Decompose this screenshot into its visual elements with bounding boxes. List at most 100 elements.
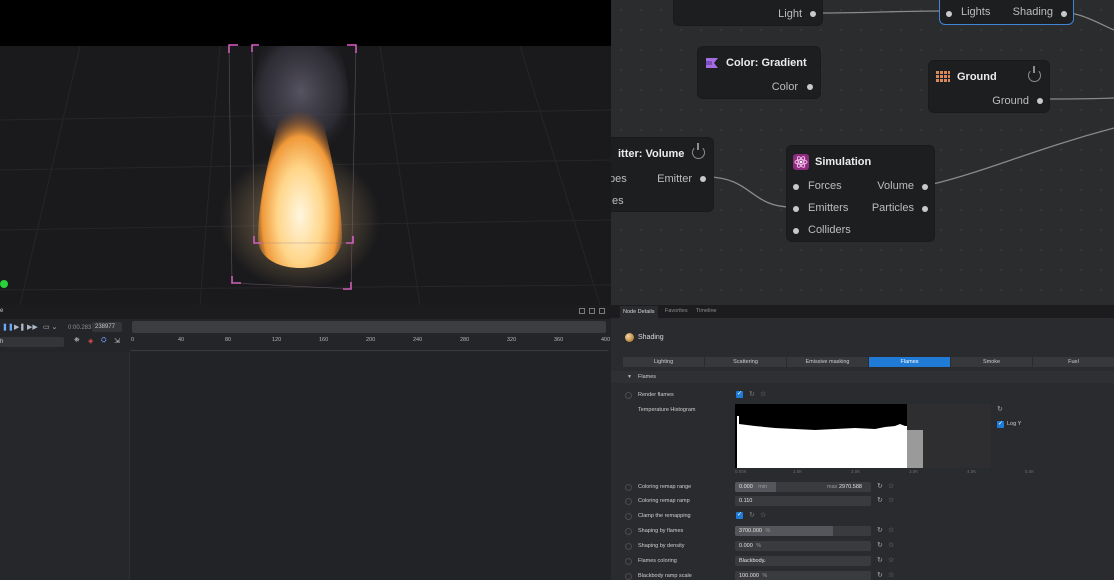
emitters-port-dot[interactable] [793, 206, 799, 212]
particles-port-dot[interactable] [922, 206, 928, 212]
simulation-title: Simulation [815, 156, 872, 168]
flames-section-header[interactable]: ▼ Flames [611, 371, 1114, 383]
keyframe-dot[interactable] [625, 528, 632, 535]
viewport-scene [0, 44, 611, 305]
3d-viewport[interactable] [0, 0, 611, 305]
shading-out-port-dot[interactable] [1061, 11, 1067, 17]
histogram-axis-tick: 2.0K [851, 469, 861, 474]
track-area[interactable] [130, 352, 611, 580]
shaping-density-slider[interactable]: 0.000 % [735, 541, 871, 551]
clamp-checkbox[interactable]: ✓ [736, 512, 743, 519]
reset-icon[interactable]: ↻ [877, 557, 883, 565]
light-node[interactable]: Light [673, 0, 823, 26]
step-forward-button[interactable]: ▶❚ [14, 323, 25, 331]
track-search-text: h [0, 339, 4, 345]
track-tool-1-icon[interactable]: ⛯ [74, 337, 80, 345]
reset-icon[interactable]: ↻ [877, 527, 883, 535]
favorite-star-icon[interactable]: ☆ [888, 572, 894, 580]
lights-in-port-dot[interactable] [946, 11, 952, 17]
collapse-arrow-icon: ▼ [627, 374, 632, 380]
volume-port-dot[interactable] [922, 184, 928, 190]
fast-forward-button[interactable]: ▶▶ [27, 323, 38, 331]
favorite-star-icon[interactable]: ☆ [888, 483, 894, 491]
render-node[interactable]: Lights Shading [939, 0, 1074, 25]
keyframe-dot[interactable] [625, 543, 632, 550]
track-search-input[interactable]: h [0, 337, 64, 347]
keyframe-dot[interactable] [625, 513, 632, 520]
ground-node[interactable]: Ground Ground [928, 60, 1050, 113]
remap-range-slider[interactable]: 0.000 min max 2970.588 [735, 482, 871, 492]
simulation-node[interactable]: Simulation Forces Emitters Colliders Vol… [786, 145, 935, 242]
track-tool-4-icon[interactable]: ⇲ [114, 337, 120, 345]
subtab-smoke[interactable]: Smoke [951, 357, 1032, 367]
axis-gizmo-icon[interactable] [0, 280, 8, 288]
maximize-icon[interactable] [599, 308, 605, 314]
subtab-fuel[interactable]: Fuel [1033, 357, 1114, 367]
subtab-lighting[interactable]: Lighting [623, 357, 704, 367]
histogram-reset-icon[interactable]: ↻ [997, 405, 1003, 413]
timeline-ruler[interactable]: 0 40 80 120 160 200 240 280 320 360 400 [130, 337, 610, 351]
shaping-flames-slider[interactable]: 3700.000 % [735, 526, 871, 536]
node-editor[interactable]: Light Lights Shading Color: Gradient Col… [611, 0, 1114, 305]
keyframe-dot[interactable] [625, 498, 632, 505]
keyframe-dot[interactable] [625, 558, 632, 565]
timeline-scrubber[interactable] [132, 321, 606, 333]
light-port-dot[interactable] [810, 11, 816, 17]
keyframe-dot[interactable] [625, 573, 632, 580]
emitter-out-port-label: Emitter [657, 173, 692, 185]
emitter-out-port-dot[interactable] [700, 176, 706, 182]
frame-field[interactable]: 238977 [92, 322, 122, 332]
shaping-density-value: 0.000 [739, 543, 753, 549]
flames-section-label: Flames [638, 374, 657, 380]
flames-coloring-value: Blackbody [739, 558, 765, 564]
histogram-axis: 0.00K 1.0K 2.0K 3.0K 4.0K 5.0K [735, 469, 1034, 475]
reset-icon[interactable]: ↻ [749, 391, 755, 399]
reset-icon[interactable]: ↻ [877, 497, 883, 505]
emitter-volume-node[interactable]: itter: Volume pes es Emitter [611, 137, 714, 212]
forces-port-label: Forces [808, 180, 842, 192]
keyframe-dot[interactable] [625, 392, 632, 399]
forces-port-dot[interactable] [793, 184, 799, 190]
temperature-histogram[interactable] [735, 404, 991, 468]
reset-icon[interactable]: ↻ [877, 572, 883, 580]
display-mode-dropdown[interactable]: ▭ ⌄ [43, 323, 57, 331]
favorite-star-icon[interactable]: ☆ [888, 557, 894, 565]
favorite-star-icon[interactable]: ☆ [760, 391, 766, 399]
tab-node-details[interactable]: Node Details [620, 306, 658, 318]
remap-max-value: 2970.588 [839, 484, 862, 490]
pause-button[interactable]: ❚❚ [2, 323, 14, 331]
track-tool-3-icon[interactable]: ⛭ [101, 337, 107, 345]
track-tool-2-icon[interactable]: ◈ [88, 337, 93, 345]
tab-timeline[interactable]: Timeline [696, 308, 717, 314]
clamp-row: Clamp the remapping ✓ ↻ ☆ [611, 511, 1114, 523]
keyframe-dot[interactable] [625, 484, 632, 491]
render-flames-checkbox[interactable]: ✓ [736, 391, 743, 398]
subtab-flames[interactable]: Flames [869, 357, 950, 367]
reset-icon[interactable]: ↻ [749, 512, 755, 520]
favorite-star-icon[interactable]: ☆ [888, 542, 894, 550]
colliders-port-dot[interactable] [793, 228, 799, 234]
remap-ramp-field[interactable]: 0.110 [735, 496, 871, 506]
favorite-star-icon[interactable]: ☆ [888, 527, 894, 535]
subtab-emissive-masking[interactable]: Emissive masking [787, 357, 868, 367]
color-gradient-node[interactable]: Color: Gradient Color [697, 46, 821, 99]
color-port-label: Color [771, 81, 798, 93]
tab-favorites[interactable]: Favorites [665, 308, 688, 314]
favorite-star-icon[interactable]: ☆ [760, 512, 766, 520]
flames-coloring-select[interactable]: Blackbody ⌄ [735, 556, 871, 566]
ruler-baseline [130, 350, 608, 351]
reset-icon[interactable]: ↻ [877, 542, 883, 550]
collapse-icon[interactable] [589, 308, 595, 314]
subtab-scattering[interactable]: Scattering [705, 357, 786, 367]
reset-icon[interactable]: ↻ [877, 483, 883, 491]
color-port-dot[interactable] [807, 84, 813, 90]
ground-port-dot[interactable] [1037, 98, 1043, 104]
log-y-checkbox[interactable]: ✓ [997, 421, 1004, 428]
timeline-window-controls [579, 308, 605, 314]
expand-icon[interactable] [579, 308, 585, 314]
remap-range-row: Coloring remap range 0.000 min max 2970.… [611, 482, 1114, 494]
favorite-star-icon[interactable]: ☆ [888, 497, 894, 505]
ground-power-icon[interactable] [1028, 66, 1041, 82]
blackbody-scale-slider[interactable]: 100.000 % [735, 571, 871, 580]
emitter-power-icon[interactable] [692, 143, 705, 159]
